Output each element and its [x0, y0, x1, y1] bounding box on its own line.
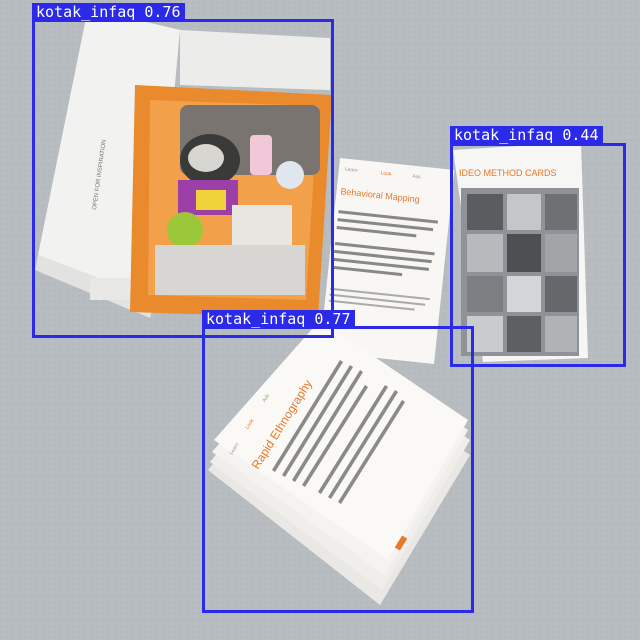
- mapping-nav-2: Look: [380, 170, 392, 177]
- detection-label-2: kotak_infaq 0.44: [450, 126, 603, 144]
- detection-label-1: kotak_infaq 0.76: [32, 3, 185, 21]
- detection-label-3: kotak_infaq 0.77: [202, 310, 355, 328]
- detection-box-3: [202, 326, 474, 613]
- detection-box-1: [32, 19, 334, 338]
- detection-box-2: [450, 143, 626, 367]
- mapping-nav-3: Ask: [412, 174, 421, 181]
